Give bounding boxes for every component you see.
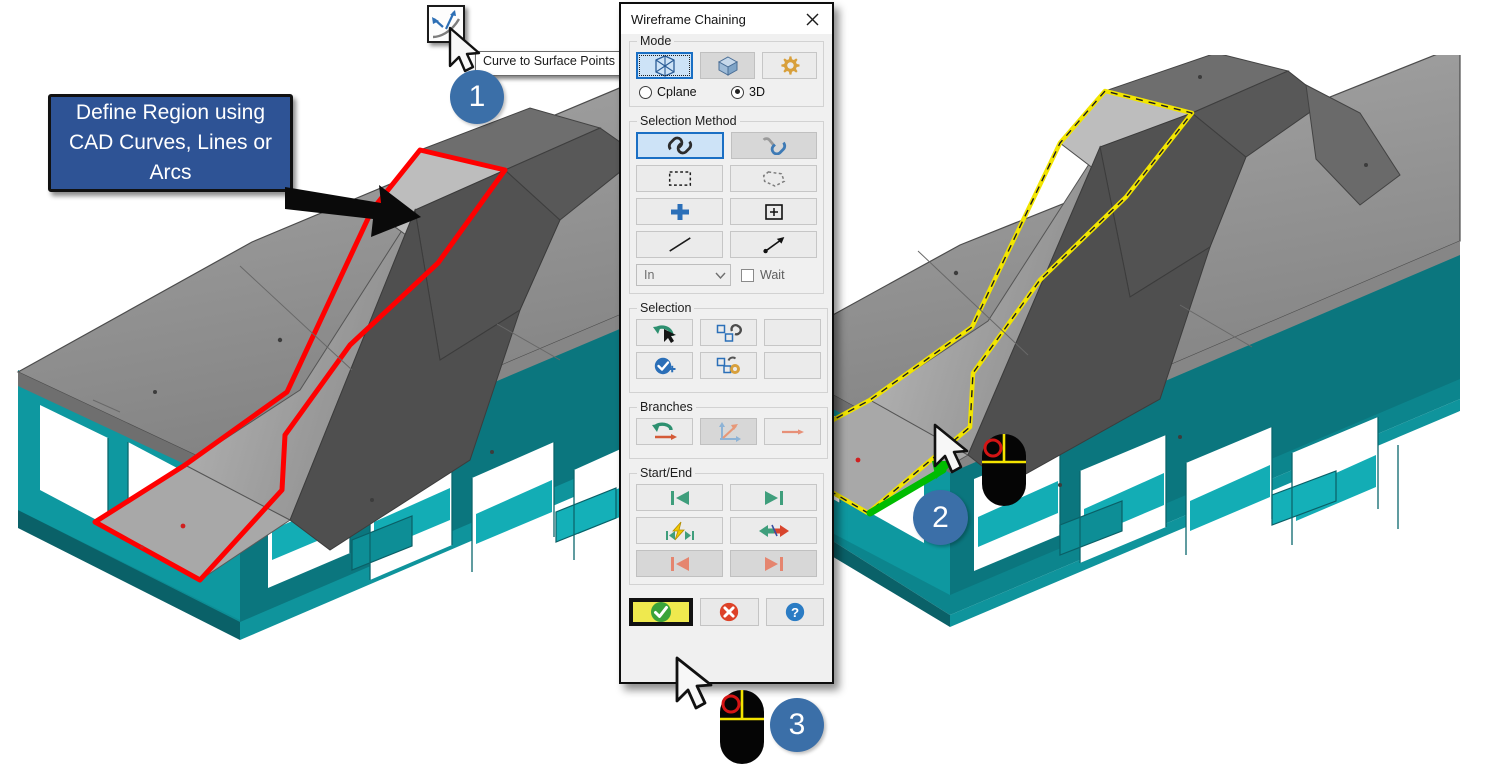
mode-radio-group[interactable]: Cplane 3D [636,85,817,99]
go-to-end-button[interactable] [730,484,817,511]
select-all-button[interactable] [636,352,693,379]
callout-line-1: Define Region using [75,101,266,124]
branch-extra-button[interactable] [764,418,821,445]
red-skip-forward-icon [764,556,783,571]
group-mode-legend: Mode [640,34,672,48]
wait-checkbox-box[interactable] [741,268,754,282]
mouse-left-click-icon-2 [982,434,1026,506]
green-red-double-arrow-icon [758,524,789,537]
single-point-button[interactable] [636,198,723,225]
window-button[interactable] [636,165,723,192]
solid-cube-icon [717,55,738,76]
mouse-left-click-icon-3 [720,690,764,764]
cad-model-right[interactable] [760,55,1508,655]
vector-button[interactable] [730,231,817,258]
edit-selection-button[interactable] [700,319,757,346]
group-selection-method: Selection Method In Wait [629,114,824,294]
partial-chain-icon [762,137,787,155]
mode-solid-button[interactable] [700,52,755,79]
radio-3d-button[interactable] [731,85,744,99]
group-start-end: Start/End [629,466,824,585]
selection-mode-value: In [644,268,655,282]
blue-question-icon: ? [785,602,804,622]
step-badge-3: 3 [770,698,824,752]
branch-axes-button[interactable] [700,418,757,445]
ok-button[interactable] [629,598,694,626]
step-badge-2: 2 [913,490,968,545]
green-check-icon [651,602,672,622]
radio-cplane[interactable]: Cplane [639,85,725,99]
polygon-button[interactable] [730,165,817,192]
radio-3d[interactable]: 3D [731,85,817,99]
point-box-button[interactable] [730,198,817,225]
cancel-button[interactable] [700,598,759,626]
dialog-title: Wireframe Chaining [631,11,746,27]
red-x-icon [720,602,739,622]
callout-line-3: Arcs [149,161,192,184]
dashed-rectangle-icon [668,171,691,186]
group-selection: Selection [629,301,828,393]
go-to-start-button[interactable] [636,484,723,511]
selection-extra-button[interactable] [764,319,821,346]
chain-button[interactable] [636,132,724,159]
group-mode: Mode Cplane 3D [629,34,824,107]
single-entity-button[interactable] [636,231,723,258]
chevron-down-icon [715,272,726,279]
partial-chain-button[interactable] [731,132,817,159]
dialog-footer: ? [621,592,832,634]
mode-wireframe-button[interactable] [636,52,693,79]
green-arrow-red-arrow-icon [651,421,677,440]
red-arrow-icon [781,428,804,435]
close-icon[interactable] [792,4,832,34]
two-squares-chain-icon [716,323,742,342]
wait-checkbox[interactable]: Wait [741,268,785,282]
radio-3d-label: 3D [749,85,765,99]
wireframe-cube-icon [654,54,675,77]
reset-end-button[interactable] [730,550,817,577]
group-selection-method-legend: Selection Method [640,114,737,128]
reset-start-button[interactable] [636,550,723,577]
group-selection-legend: Selection [640,301,692,315]
boxed-plus-icon [764,203,783,220]
blue-plus-icon [670,203,689,220]
group-start-end-legend: Start/End [640,466,693,480]
green-skip-forward-icon [764,490,783,505]
group-branches: Branches [629,400,828,459]
mode-options-button[interactable] [762,52,817,79]
arrow-vector-icon [762,237,784,254]
tooltip-curve-to-surface-points: Curve to Surface Points [475,51,624,76]
cursor-arrow-model [933,423,969,474]
two-squares-gear-icon [716,356,740,374]
red-skip-back-icon [670,556,689,571]
blue-check-circle-plus-icon [654,357,675,374]
selection-mode-select[interactable]: In [636,264,731,286]
callout-arrow [285,185,421,237]
selection-settings-button[interactable] [700,352,757,379]
gear-icon [781,56,800,75]
svg-text:?: ? [791,605,799,620]
dialog-titlebar[interactable]: Wireframe Chaining [621,4,832,34]
blue-axes-orange-arrow-icon [718,421,741,442]
step-badge-1: 1 [450,70,504,124]
callout-define-region: Define Region using CAD Curves, Lines or… [48,94,293,192]
dashed-polygon-icon [762,171,785,187]
radio-cplane-label: Cplane [657,85,697,99]
undo-selection-button[interactable] [636,319,693,346]
green-undo-arrow-cursor-icon [652,324,676,343]
wireframe-chaining-dialog[interactable]: Wireframe Chaining Mode Cplane 3D Select… [619,2,834,684]
branch-undo-button[interactable] [636,418,693,445]
lightning-skip-icon [665,521,694,540]
selection-extra-2-button[interactable] [764,352,821,379]
group-branches-legend: Branches [640,400,693,414]
dynamic-startend-button[interactable] [636,517,723,544]
help-button[interactable]: ? [765,598,824,626]
green-skip-back-icon [670,490,689,505]
callout-line-2: CAD Curves, Lines or [68,131,273,154]
diagonal-line-icon [668,237,691,252]
screenshot-canvas: Define Region using CAD Curves, Lines or… [0,0,1508,768]
wait-checkbox-label: Wait [760,268,785,282]
chain-link-icon [667,136,693,155]
reverse-direction-button[interactable] [730,517,817,544]
radio-cplane-button[interactable] [639,85,652,99]
